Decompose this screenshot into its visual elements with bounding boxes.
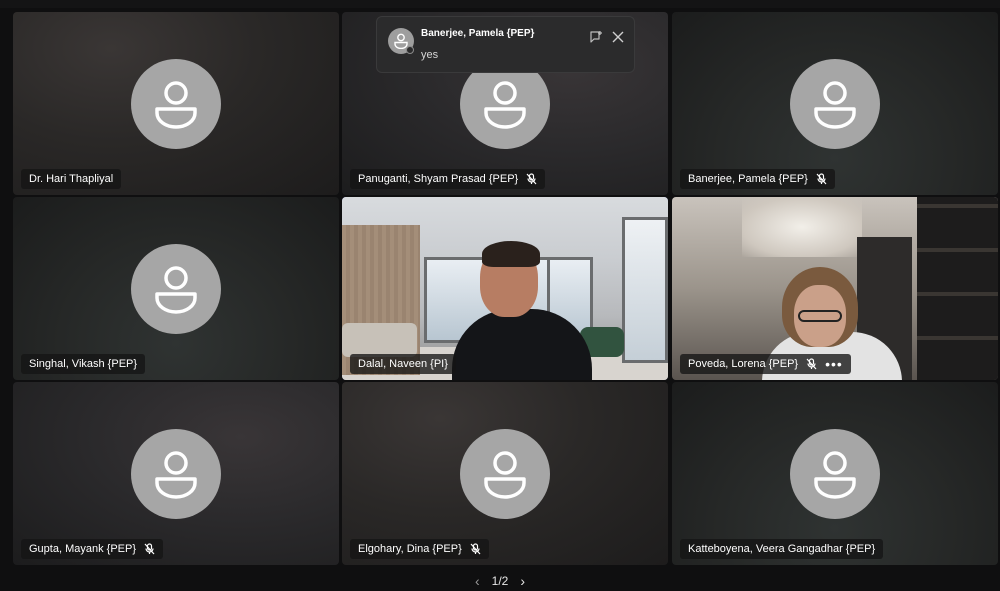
mic-muted-icon [526, 173, 537, 185]
participant-name-tag: Panuganti, Shyam Prasad {PEP} [350, 169, 546, 189]
avatar [131, 58, 221, 149]
person-icon [814, 450, 856, 499]
participant-name: Dalal, Naveen {PI} [358, 358, 448, 370]
video-feed [672, 197, 998, 380]
window-top-edge [0, 0, 1000, 8]
participant-tile[interactable]: Elgohary, Dina {PEP} [342, 382, 668, 565]
participant-name-tag: Poveda, Lorena {PEP} ••• [680, 354, 851, 374]
page-indicator: 1/2 [491, 574, 509, 588]
participant-name-tag: Dalal, Naveen {PI} [350, 354, 456, 374]
presence-status-icon [406, 46, 414, 54]
person-icon [155, 450, 197, 499]
chat-notification-toast[interactable]: Banerjee, Pamela {PEP} yes [376, 16, 635, 73]
person-icon [484, 80, 526, 129]
mic-muted-icon [806, 358, 817, 370]
participant-name-tag: Gupta, Mayank {PEP} [21, 539, 164, 559]
person-icon [155, 265, 197, 314]
avatar [790, 58, 880, 149]
participant-name: Elgohary, Dina {PEP} [358, 543, 462, 555]
gallery-pager: ‹ 1/2 › [0, 572, 1000, 590]
participant-tile[interactable]: Banerjee, Pamela {PEP} [672, 12, 998, 195]
sender-name: Banerjee, Pamela {PEP} [421, 28, 535, 39]
close-icon[interactable] [612, 30, 624, 48]
more-options-button[interactable]: ••• [825, 354, 843, 374]
participant-video-tile-active-speaker[interactable]: Dalal, Naveen {PI} [342, 197, 668, 380]
person-icon [484, 450, 526, 499]
chat-message: yes [421, 49, 439, 61]
avatar [131, 243, 221, 334]
participant-name: Gupta, Mayank {PEP} [29, 543, 137, 555]
participant-video-tile[interactable]: Poveda, Lorena {PEP} ••• [672, 197, 998, 380]
participant-name-tag: Dr. Hari Thapliyal [21, 169, 122, 189]
participant-name-tag: Elgohary, Dina {PEP} [350, 539, 489, 559]
participant-name-tag: Banerjee, Pamela {PEP} [680, 169, 835, 189]
avatar [131, 428, 221, 519]
participant-name-tag: Katteboyena, Veera Gangadhar {PEP} [680, 539, 884, 559]
chevron-left-icon[interactable]: ‹ [475, 573, 480, 589]
avatar [460, 428, 550, 519]
video-feed [342, 197, 668, 380]
participant-name: Panuganti, Shyam Prasad {PEP} [358, 173, 519, 185]
participant-name: Banerjee, Pamela {PEP} [688, 173, 808, 185]
reaction-icon[interactable] [589, 30, 603, 49]
person-icon [814, 80, 856, 129]
participant-tile[interactable]: Singhal, Vikash {PEP} [13, 197, 339, 380]
participant-tile[interactable]: Gupta, Mayank {PEP} [13, 382, 339, 565]
participant-name: Dr. Hari Thapliyal [29, 173, 114, 185]
chevron-right-icon[interactable]: › [520, 573, 525, 589]
mic-muted-icon [144, 543, 155, 555]
participant-tile[interactable]: Dr. Hari Thapliyal [13, 12, 339, 195]
avatar [790, 428, 880, 519]
participant-tile[interactable]: Katteboyena, Veera Gangadhar {PEP} [672, 382, 998, 565]
mic-muted-icon [816, 173, 827, 185]
mic-muted-icon [470, 543, 481, 555]
participant-name: Katteboyena, Veera Gangadhar {PEP} [688, 543, 876, 555]
person-icon [155, 80, 197, 129]
participant-name: Poveda, Lorena {PEP} [688, 358, 799, 370]
participant-name-tag: Singhal, Vikash {PEP} [21, 354, 146, 374]
participant-name: Singhal, Vikash {PEP} [29, 358, 138, 370]
